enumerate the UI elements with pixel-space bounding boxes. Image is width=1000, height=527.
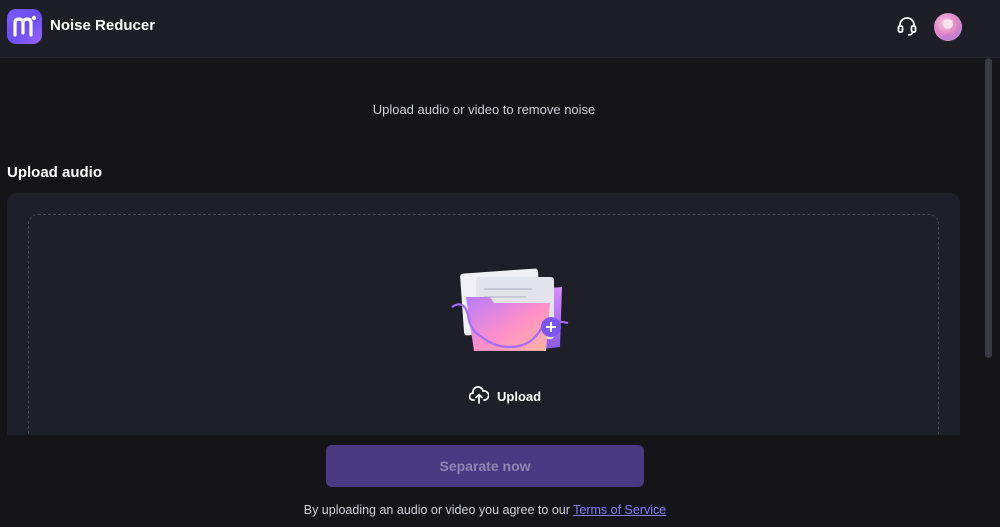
vertical-scrollbar[interactable] — [978, 58, 1000, 527]
agreement-text: By uploading an audio or video you agree… — [303, 503, 574, 517]
separate-now-button[interactable]: Separate now — [326, 445, 644, 487]
cloud-upload-icon — [468, 385, 490, 407]
headset-icon[interactable] — [896, 15, 918, 37]
terms-notice: By uploading an audio or video you agree… — [0, 503, 970, 517]
page-subtitle: Upload audio or video to remove noise — [372, 102, 596, 117]
m-logo-icon[interactable] — [7, 9, 42, 44]
section-title: Upload audio — [7, 164, 102, 181]
scrollbar-thumb[interactable] — [985, 58, 992, 358]
upload-button[interactable]: Upload — [468, 385, 542, 407]
upload-label: Upload — [497, 388, 542, 404]
user-avatar[interactable] — [934, 13, 962, 41]
folder-add-icon — [442, 267, 572, 357]
app-title: Noise Reducer — [50, 17, 156, 34]
terms-of-service-link[interactable]: Terms of Service — [573, 503, 666, 517]
top-bar: Noise Reducer — [0, 0, 1000, 58]
bottom-action-bar: Separate now By uploading an audio or vi… — [0, 435, 978, 527]
